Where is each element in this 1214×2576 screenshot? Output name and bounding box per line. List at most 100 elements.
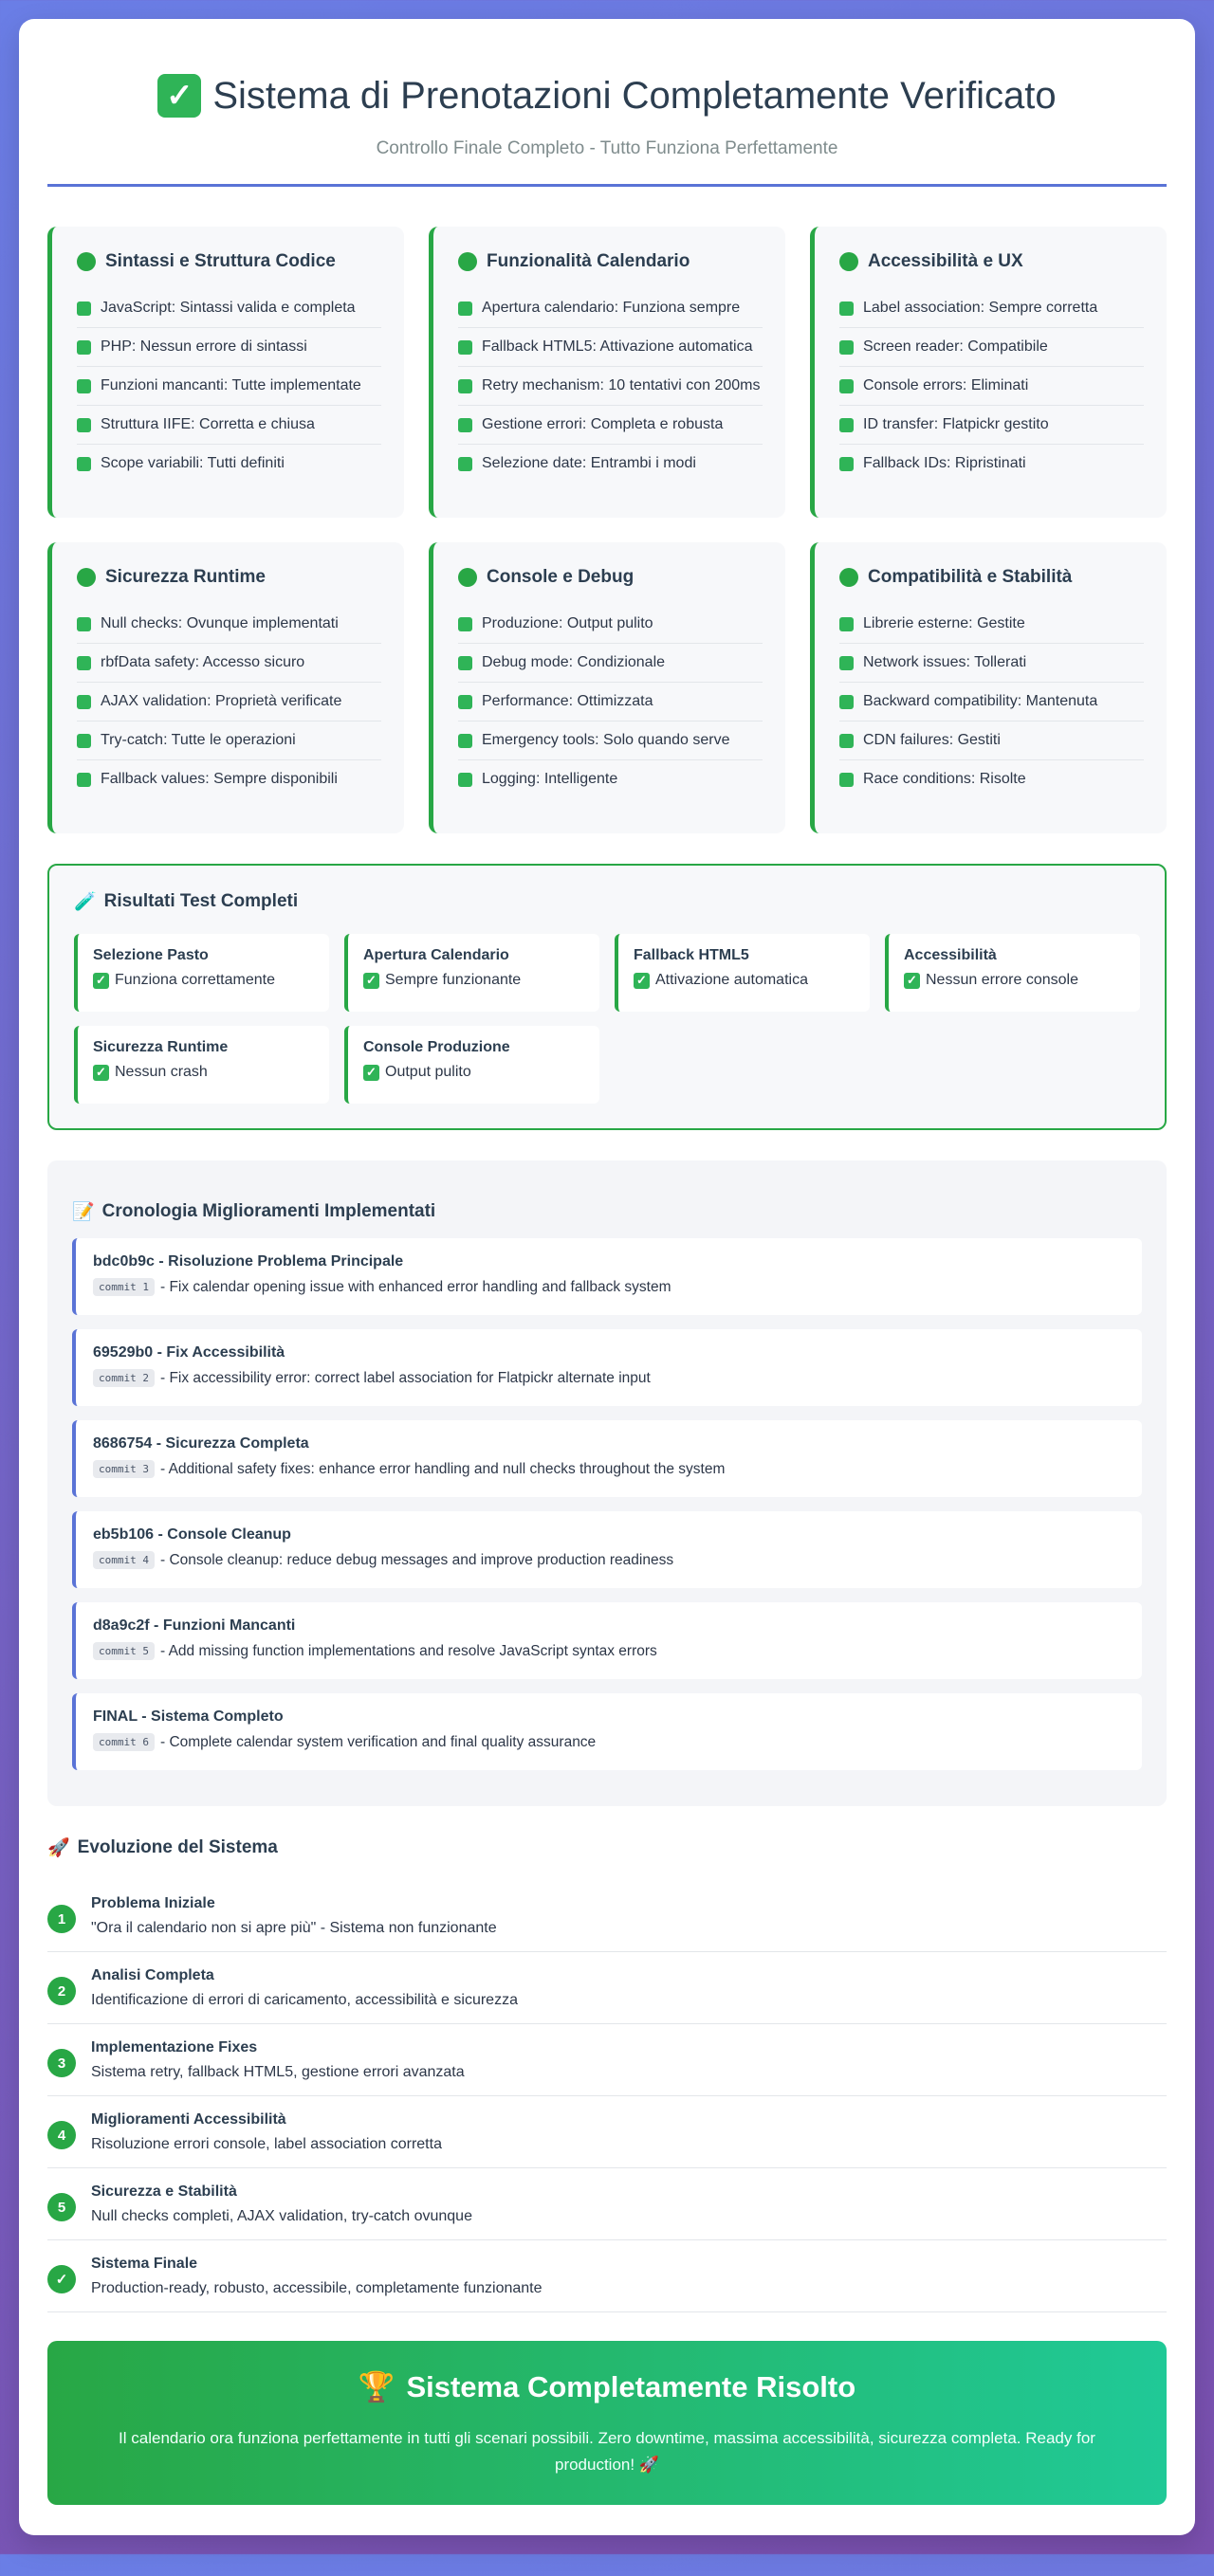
check-item: JavaScript: Sintassi valida e completa [77,289,381,328]
check-square-icon [839,456,854,471]
check-square-icon [839,694,854,709]
check-square-icon [839,378,854,393]
check-item: Performance: Ottimizzata [458,683,763,722]
card-title-text: Funzionalità Calendario [487,251,690,271]
test-result-item: Fallback HTML5 ✓ Attivazione automatica [615,934,870,1012]
check-box-icon: ✓ [157,74,202,118]
status-dot-icon [458,568,477,587]
evolution-step: 5 Sicurezza e Stabilità Null checks comple… [47,2168,1167,2240]
test-result-status: ✓ Attivazione automatica [634,972,855,989]
check-item-text: JavaScript: Sintassi valida e completa [101,300,356,316]
step-title: Problema Iniziale [91,1895,215,1911]
check-item-text: Produzione: Output pulito [482,615,653,631]
check-square-icon [458,417,472,432]
card-title-text: Sintassi e Struttura Codice [105,251,336,271]
check-item-text: rbfData safety: Accesso sicuro [101,654,305,670]
test-result-status: ✓ Funziona correttamente [93,972,314,989]
test-tube-icon: 🧪 [74,892,97,912]
status-dot-icon [77,568,96,587]
step-description: "Ora il calendario non si apre più" - Si… [91,1920,497,1936]
check-item: Label association: Sempre corretta [839,289,1144,328]
test-result-title: Fallback HTML5 [634,947,749,963]
banner-title-text: Sistema Completamente Risolto [406,2369,856,2403]
check-item: rbfData safety: Accesso sicuro [77,644,381,683]
check-square-icon [77,417,91,432]
check-list: Librerie esterne: Gestite Network issues:… [839,605,1144,798]
check-square-icon [77,694,91,709]
banner-text: Il calendario ora funziona perfettamente… [119,2429,1095,2475]
check-list: Apertura calendario: Funziona sempre Fall… [458,289,763,483]
check-item-text: Gestione errori: Completa e robusta [482,416,724,432]
test-result-title: Accessibilità [904,947,997,963]
test-result-status-text: Attivazione automatica [655,972,808,988]
step-description: Production-ready, robusto, accessibile, … [91,2280,543,2296]
check-item-text: Fallback IDs: Ripristinati [863,455,1026,471]
test-result-item: Apertura Calendario ✓ Sempre funzionante [344,934,599,1012]
commit-description: commit 3- Additional safety fixes: enhan… [93,1460,1125,1478]
page-title-text: Sistema di Prenotazioni Completamente Ve… [212,74,1057,117]
commit-title: 69529b0 - Fix Accessibilità [93,1344,285,1361]
test-result-title: Sicurezza Runtime [93,1039,229,1055]
check-mark-icon: ✓ [363,1064,379,1081]
verification-card: Console e Debug Produzione: Output pulito… [429,542,785,833]
test-result-status-text: Funziona correttamente [115,972,275,988]
step-body: Miglioramenti Accessibilità Risoluzione e… [91,2111,442,2153]
verification-cards: Sintassi e Struttura Codice JavaScript: S… [47,227,1167,833]
commit-item: eb5b106 - Console Cleanup commit 4- Conso… [72,1511,1142,1588]
test-result-title: Apertura Calendario [363,947,509,963]
evolution-title: 🚀 Evoluzione del Sistema [47,1836,1167,1859]
check-square-icon [77,456,91,471]
commit-title: d8a9c2f - Funzioni Mancanti [93,1617,296,1634]
commit-history-title-text: Cronologia Miglioramenti Implementati [101,1201,436,1221]
check-item: Fallback HTML5: Attivazione automatica [458,328,763,367]
check-square-icon [458,301,472,316]
check-square-icon [458,694,472,709]
check-square-icon [839,616,854,631]
check-item: Debug mode: Condizionale [458,644,763,683]
verification-card: Sicurezza Runtime Null checks: Ovunque im… [47,542,404,833]
test-result-title: Console Produzione [363,1039,510,1055]
step-description: Null checks completi, AJAX validation, t… [91,2208,472,2224]
card-title: Compatibilità e Stabilità [839,567,1144,588]
evolution-step: ✓ Sistema Finale Production-ready, robusto… [47,2240,1167,2312]
check-item-text: Selezione date: Entrambi i modi [482,455,696,471]
check-item-text: Emergency tools: Solo quando serve [482,732,730,748]
step-description: Identificazione di errori di caricamento… [91,1992,518,2008]
check-mark-icon: ✓ [363,972,379,989]
commit-description: commit 4- Console cleanup: reduce debug … [93,1551,1125,1569]
check-item: Emergency tools: Solo quando serve [458,722,763,760]
commit-history-title: 📝 Cronologia Miglioramenti Implementati [72,1200,1142,1223]
check-item-text: Label association: Sempre corretta [863,300,1098,316]
commit-title: bdc0b9c - Risoluzione Problema Principal… [93,1253,404,1270]
commit-description-text: - Console cleanup: reduce debug messages… [159,1551,674,1568]
check-item-text: Librerie esterne: Gestite [863,615,1025,631]
check-square-icon [839,733,854,748]
check-item-text: Try-catch: Tutte le operazioni [101,732,296,748]
check-list: JavaScript: Sintassi valida e completa PH… [77,289,381,483]
evolution-title-text: Evoluzione del Sistema [77,1837,278,1857]
check-square-icon [458,772,472,787]
check-item: Apertura calendario: Funziona sempre [458,289,763,328]
check-item: Fallback values: Sempre disponibili [77,760,381,798]
check-square-icon [77,772,91,787]
verification-card: Compatibilità e Stabilità Librerie estern… [810,542,1167,833]
card-title: Sicurezza Runtime [77,567,381,588]
step-body: Analisi Completa Identificazione di error… [91,1967,518,2009]
card-title-text: Compatibilità e Stabilità [868,567,1073,587]
step-number-badge: 2 [47,1977,76,2005]
commit-item: d8a9c2f - Funzioni Mancanti commit 5- Add… [72,1602,1142,1679]
check-item: Network issues: Tollerati [839,644,1144,683]
check-item-text: Apertura calendario: Funziona sempre [482,300,741,316]
check-square-icon [839,772,854,787]
verification-card: Funzionalità Calendario Apertura calendar… [429,227,785,518]
check-square-icon [839,417,854,432]
commit-description: commit 6- Complete calendar system verif… [93,1733,1125,1751]
test-result-status: ✓ Sempre funzionante [363,972,584,989]
test-result-item: Accessibilità ✓ Nessun errore console [885,934,1140,1012]
commit-description-text: - Fix accessibility error: correct label… [159,1369,651,1386]
check-item-text: Console errors: Eliminati [863,377,1029,393]
check-square-icon [458,655,472,670]
check-item: CDN failures: Gestiti [839,722,1144,760]
check-item-text: Race conditions: Risolte [863,771,1026,787]
check-item: Retry mechanism: 10 tentativi con 200ms [458,367,763,406]
